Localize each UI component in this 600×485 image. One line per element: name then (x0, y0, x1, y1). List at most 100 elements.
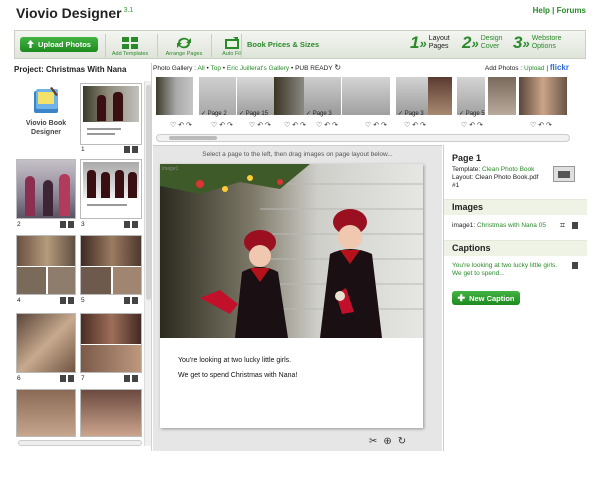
gallery-photo-controls[interactable]: ♡ ↶ ↷ (530, 121, 552, 129)
page-number: 3 (81, 221, 85, 228)
copy-icon[interactable] (132, 375, 138, 382)
delete-icon[interactable] (124, 146, 130, 153)
forums-link[interactable]: Forums (557, 6, 586, 15)
rotate-icon[interactable]: ↻ (398, 436, 406, 447)
delete-icon[interactable] (124, 375, 130, 382)
new-caption-label: New Caption (469, 293, 515, 303)
add-templates-button[interactable]: Add Templates (108, 32, 152, 59)
used-on-page-label: ✓ Page 5 (459, 111, 485, 117)
copy-icon[interactable] (132, 146, 138, 153)
breadcrumb-top[interactable]: Top (210, 65, 220, 72)
gallery-photo-controls[interactable]: ♡ ↶ ↷ (249, 121, 271, 129)
template-link[interactable]: Clean Photo Book (482, 166, 534, 173)
gallery-photo-6[interactable] (342, 77, 390, 115)
page-layout[interactable]: image1 You're looking at two lucky littl… (160, 164, 423, 428)
step-layout-pages[interactable]: 1 » Layout Pages (410, 33, 450, 53)
layout-number: #1 (452, 182, 460, 189)
delete-icon[interactable] (60, 375, 66, 382)
breadcrumb-separator: • (290, 65, 294, 72)
used-on-page-label: ✓ Page 3 (306, 111, 332, 117)
gallery-photo-10[interactable] (488, 77, 516, 115)
breadcrumb-all[interactable]: All (197, 65, 204, 72)
page-thumbnail-5[interactable] (80, 235, 142, 295)
delete-icon[interactable] (124, 297, 130, 304)
help-link[interactable]: Help (533, 6, 550, 15)
step-design-cover[interactable]: 2 » Design Cover (462, 33, 503, 53)
new-caption-button[interactable]: ✚ New Caption (452, 291, 520, 305)
breadcrumb-user-gallery[interactable]: Eric Juillerat's Gallery (227, 65, 289, 72)
gallery-photo-controls[interactable]: ♡ ↶ ↷ (316, 121, 338, 129)
gallery-photo-controls[interactable]: ♡ ↶ ↷ (461, 121, 483, 129)
add-photos-label: Add Photos : (484, 65, 523, 72)
gallery-photo-controls[interactable]: ♡ ↶ ↷ (211, 121, 233, 129)
pages-horizontal-scrollbar[interactable] (18, 440, 142, 446)
layout-value: Clean Photo Book.pdf (475, 174, 539, 181)
gallery-photo-1[interactable] (156, 77, 193, 115)
top-links: Help | Forums (533, 6, 586, 15)
page-actions (124, 221, 140, 228)
add-templates-label: Add Templates (111, 51, 149, 57)
delete-icon[interactable] (124, 221, 130, 228)
copy-icon[interactable] (68, 221, 74, 228)
flickr-link[interactable]: flickr (550, 63, 569, 72)
pages-vertical-scrollbar[interactable] (144, 81, 151, 446)
gallery-upload-link[interactable]: Upload (524, 65, 545, 72)
image-name-link[interactable]: Christmas with Nana 05 (477, 222, 546, 229)
page-thumbnail-7[interactable] (80, 313, 142, 373)
gallery-photo-controls[interactable]: ♡ ↶ ↷ (404, 121, 426, 129)
copy-icon[interactable] (132, 297, 138, 304)
gallery-photo-controls[interactable]: ♡ ↶ ↷ (284, 121, 306, 129)
page-thumbnail-1[interactable] (80, 83, 142, 145)
upload-photos-button[interactable]: Upload Photos (20, 37, 98, 52)
page-thumbnail-8[interactable] (16, 389, 76, 437)
page-thumbnail-4[interactable] (16, 235, 76, 295)
captions-section-title: Captions (452, 243, 491, 253)
gallery-prefix: Photo Gallery : (153, 65, 196, 72)
caption-line-1[interactable]: You're looking at two lucky little girls… (178, 357, 291, 364)
upload-photos-label: Upload Photos (38, 40, 91, 49)
copy-icon[interactable] (132, 221, 138, 228)
page-usage-text: Page 3 (404, 111, 424, 117)
gallery-photo-controls[interactable]: ♡ ↶ ↷ (170, 121, 192, 129)
delete-icon[interactable] (60, 297, 66, 304)
crop-icon[interactable]: ✂ (369, 436, 377, 447)
copy-icon[interactable] (68, 375, 74, 382)
step-label-line1: Layout (428, 35, 450, 42)
layout-thumbnail[interactable] (553, 166, 575, 182)
step-number: 2 (462, 33, 472, 52)
caption-preview-link[interactable]: You're looking at two lucky little girls… (452, 262, 562, 278)
images-section-title: Images (452, 202, 484, 212)
gallery-photo-controls[interactable]: ♡ ↶ ↷ (365, 121, 387, 129)
link-separator: | (552, 6, 555, 15)
page-actions (124, 146, 140, 153)
crop-icon[interactable]: ⌗ (560, 220, 565, 231)
scrollbar-thumb[interactable] (146, 85, 151, 300)
step-label: Design Cover (481, 35, 503, 51)
gallery-photo-11[interactable] (519, 77, 567, 115)
page-thumbnail-9[interactable] (80, 389, 142, 437)
page-number: 7 (81, 375, 85, 382)
book-prices-link[interactable]: Book Prices & Sizes (247, 40, 319, 49)
page-thumbnail-6[interactable] (16, 313, 76, 373)
toolbar: Upload Photos Add Templates Arrange Page… (14, 30, 586, 59)
delete-icon[interactable] (572, 262, 578, 269)
page-number: 5 (81, 297, 85, 304)
step-label: Webstore Options (532, 35, 562, 51)
zoom-icon[interactable]: ⊕ (383, 436, 391, 447)
refresh-icon[interactable]: ↻ (334, 63, 341, 72)
scrollbar-thumb[interactable] (169, 136, 217, 140)
delete-icon[interactable] (60, 221, 66, 228)
caption-line-2[interactable]: We get to spend Christmas with Nana! (178, 372, 297, 379)
gallery-photo-8[interactable] (428, 77, 452, 115)
page-thumbnail-3[interactable] (80, 159, 142, 219)
page-thumbnail-2[interactable] (16, 159, 76, 219)
page-number: 6 (17, 375, 21, 382)
step-webstore-options[interactable]: 3 » Webstore Options (513, 33, 562, 53)
page-image-slot[interactable] (160, 164, 423, 338)
gallery-horizontal-scrollbar[interactable] (156, 134, 570, 142)
copy-icon[interactable] (68, 297, 74, 304)
plus-icon: ✚ (457, 292, 466, 303)
delete-icon[interactable] (572, 222, 578, 229)
templates-icon (122, 37, 138, 49)
arrange-pages-button[interactable]: Arrange Pages (162, 32, 206, 59)
